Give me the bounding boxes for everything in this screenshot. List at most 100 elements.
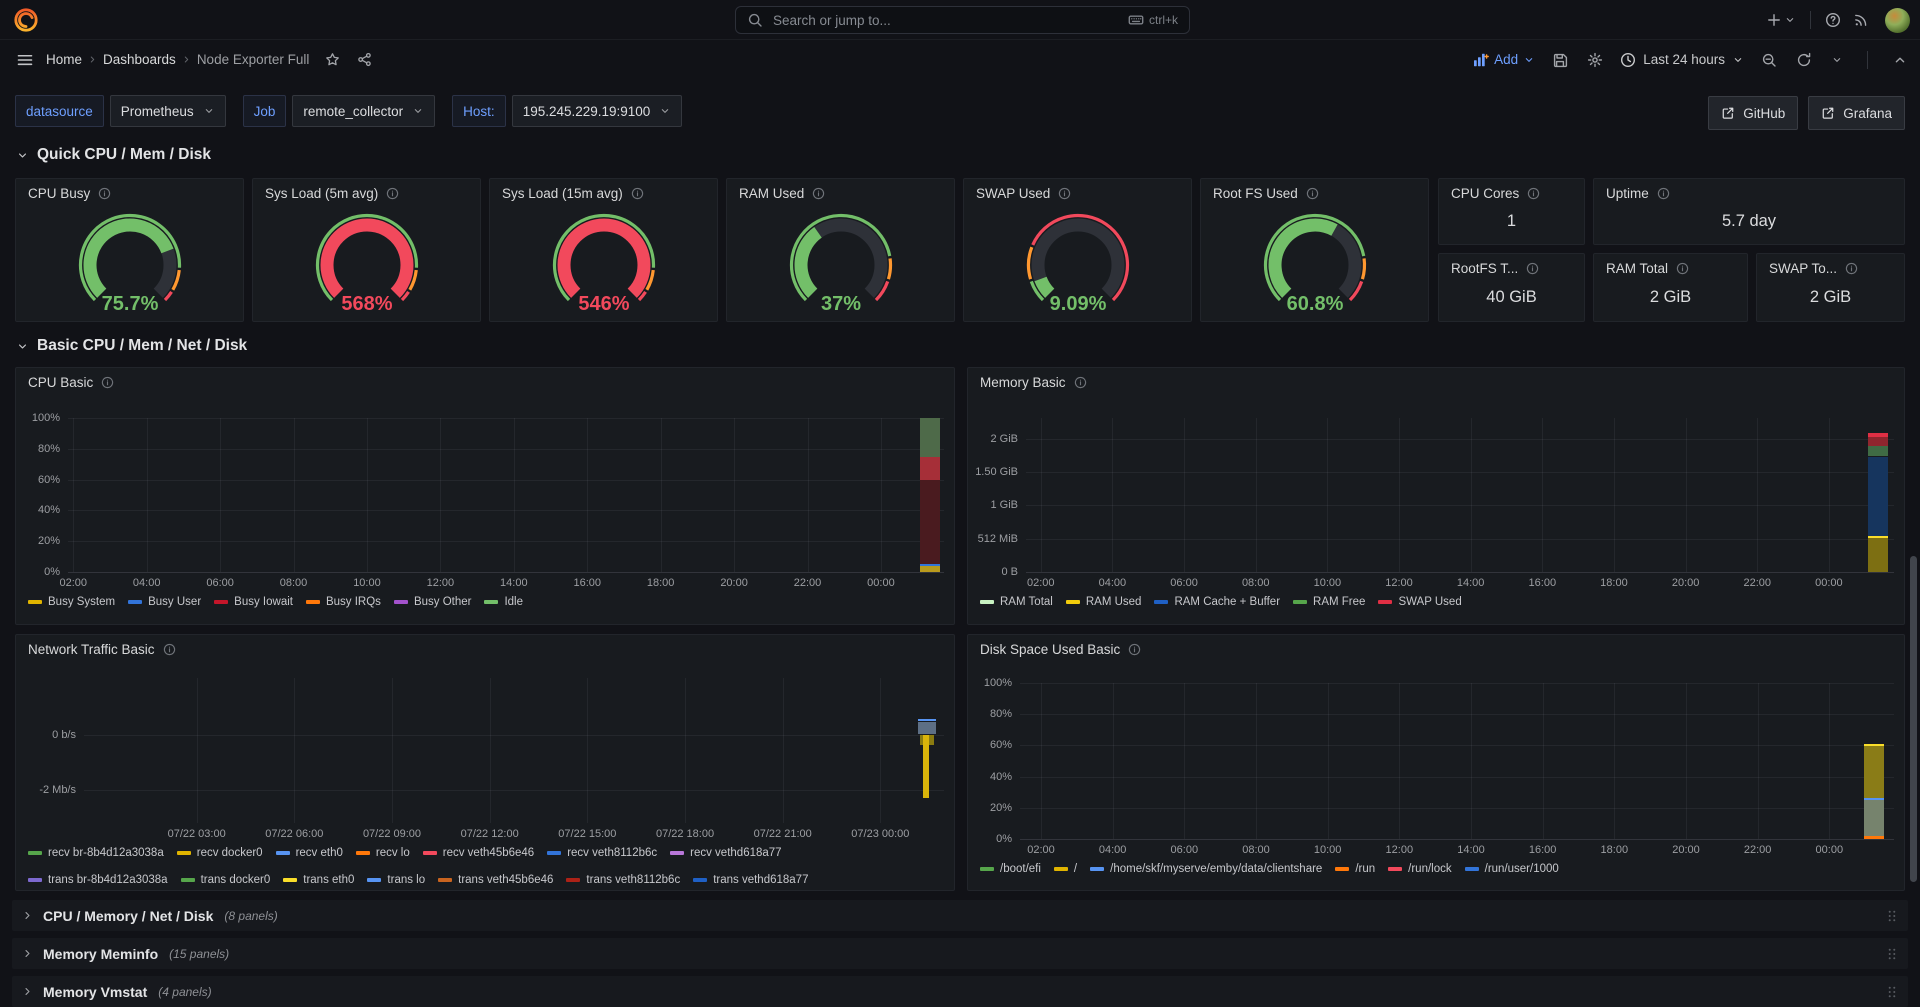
variable-label[interactable]: datasource [15,95,104,127]
collapsed-row[interactable]: CPU / Memory / Net / Disk(8 panels) [12,900,1908,931]
legend-item[interactable]: RAM Used [1066,596,1142,608]
share-button[interactable] [355,50,374,69]
legend-item[interactable]: /run [1335,863,1375,875]
page-scrollbar[interactable] [1910,556,1917,882]
y-axis-label: 2 GiB [968,433,1018,445]
legend-item[interactable]: RAM Total [980,596,1053,608]
collapsed-row[interactable]: Memory Meminfo(15 panels) [12,938,1908,969]
menu-button[interactable] [12,47,38,73]
legend-item[interactable]: Busy Iowait [214,596,293,608]
legend-item[interactable]: recv eth0 [276,847,343,859]
legend-item[interactable]: recv lo [356,847,410,859]
legend-item[interactable]: recv veth8112b6c [547,847,657,859]
panel-title[interactable]: CPU Busy [16,179,243,201]
legend-item[interactable]: Busy User [128,596,201,608]
link-button-github[interactable]: GitHub [1708,96,1798,130]
panel-title[interactable]: RAM Total [1594,254,1747,276]
panel-title[interactable]: Disk Space Used Basic [968,635,1904,657]
panel-title[interactable]: CPU Basic [16,368,954,390]
news-button[interactable] [1848,7,1874,33]
panel-title[interactable]: Sys Load (15m avg) [490,179,717,201]
drag-handle-icon[interactable] [1885,947,1899,961]
drag-handle-icon[interactable] [1885,909,1899,923]
gridline [1112,418,1113,572]
new-button[interactable] [1761,7,1801,33]
legend-item[interactable]: Busy System [28,596,115,608]
legend-item[interactable]: recv docker0 [177,847,263,859]
panel-title[interactable]: Root FS Used [1201,179,1428,201]
panel-title-text: Disk Space Used Basic [980,642,1120,657]
settings-button[interactable] [1585,50,1605,70]
drag-handle-icon[interactable] [1885,985,1899,999]
legend-item[interactable]: Busy IRQs [306,596,381,608]
collapsed-row[interactable]: Memory Vmstat(4 panels) [12,976,1908,1007]
gridline [1399,683,1400,839]
variable-value-dropdown[interactable]: 195.245.229.19:9100 [512,95,683,127]
legend-item[interactable]: /run/lock [1388,863,1451,875]
help-button[interactable] [1820,7,1846,33]
legend-item[interactable]: recv vethd618a77 [670,847,781,859]
panel-title[interactable]: Uptime [1594,179,1904,201]
legend-item[interactable]: trans br-8b4d12a3038a [28,874,168,886]
breadcrumb-item[interactable]: Home [46,52,82,67]
kiosk-button[interactable] [1890,50,1910,70]
x-axis-label: 14:00 [1457,844,1485,856]
gauge-value: 60.8% [1286,293,1343,315]
section-title: Quick CPU / Mem / Disk [37,146,211,164]
grafana-logo[interactable] [13,7,39,33]
add-button[interactable]: Add [1473,52,1535,68]
breadcrumb-item[interactable]: Dashboards [103,52,176,67]
legend-item[interactable]: /home/skf/myserve/emby/data/clientshare [1090,863,1322,875]
section-header[interactable]: Basic CPU / Mem / Net / Disk [16,337,247,355]
save-button[interactable] [1550,50,1570,70]
legend-item[interactable]: trans docker0 [181,874,271,886]
legend-item[interactable]: recv veth45b6e46 [423,847,534,859]
legend-item[interactable]: /boot/efi [980,863,1041,875]
variable-label[interactable]: Host: [452,95,506,127]
panel-title[interactable]: Sys Load (5m avg) [253,179,480,201]
variable-label[interactable]: Job [243,95,287,127]
gauge: 9.09% [964,203,1191,321]
stat-value: 2 GiB [1757,278,1904,317]
panel-title[interactable]: Memory Basic [968,368,1904,390]
breadcrumb-item[interactable]: Node Exporter Full [197,52,310,67]
legend-item[interactable]: SWAP Used [1378,596,1461,608]
legend-item[interactable]: trans eth0 [283,874,354,886]
panel-title[interactable]: CPU Cores [1439,179,1584,201]
legend-item[interactable]: Idle [484,596,523,608]
gridline [1026,505,1894,506]
legend-item[interactable]: trans vethd618a77 [693,874,808,886]
variable-value: 195.245.229.19:9100 [523,104,651,119]
time-range-picker[interactable]: Last 24 hours [1620,52,1744,68]
panel-title[interactable]: Network Traffic Basic [16,635,954,657]
panel-title[interactable]: RAM Used [727,179,954,201]
gridline [1020,714,1894,715]
legend-item[interactable]: /run/user/1000 [1465,863,1559,875]
refresh-button[interactable] [1794,50,1814,70]
legend-item[interactable]: trans veth45b6e46 [438,874,553,886]
variable-value-dropdown[interactable]: Prometheus [110,95,226,127]
link-button-grafana[interactable]: Grafana [1808,96,1905,130]
legend-item[interactable]: / [1054,863,1077,875]
section-header[interactable]: Quick CPU / Mem / Disk [16,146,211,164]
user-avatar[interactable] [1885,8,1910,33]
x-axis-label: 10:00 [1314,844,1342,856]
legend-item[interactable]: Busy Other [394,596,472,608]
panel-title[interactable]: SWAP Used [964,179,1191,201]
panel-title[interactable]: RootFS T... [1439,254,1584,276]
chevron-down-icon [1732,54,1744,66]
variable-value-dropdown[interactable]: remote_collector [292,95,435,127]
panel-title[interactable]: SWAP To... [1757,254,1904,276]
refresh-interval-button[interactable] [1829,52,1845,68]
legend-item[interactable]: trans lo [367,874,425,886]
gridline [294,678,295,823]
search-bar[interactable]: ctrl+k [735,6,1190,34]
search-input[interactable] [771,12,1120,29]
gridline [1184,418,1185,572]
legend-item[interactable]: RAM Cache + Buffer [1154,596,1280,608]
zoom-out-button[interactable] [1759,50,1779,70]
legend-item[interactable]: trans veth8112b6c [566,874,680,886]
legend-item[interactable]: recv br-8b4d12a3038a [28,847,164,859]
legend-item[interactable]: RAM Free [1293,596,1365,608]
favorite-button[interactable] [323,50,342,69]
